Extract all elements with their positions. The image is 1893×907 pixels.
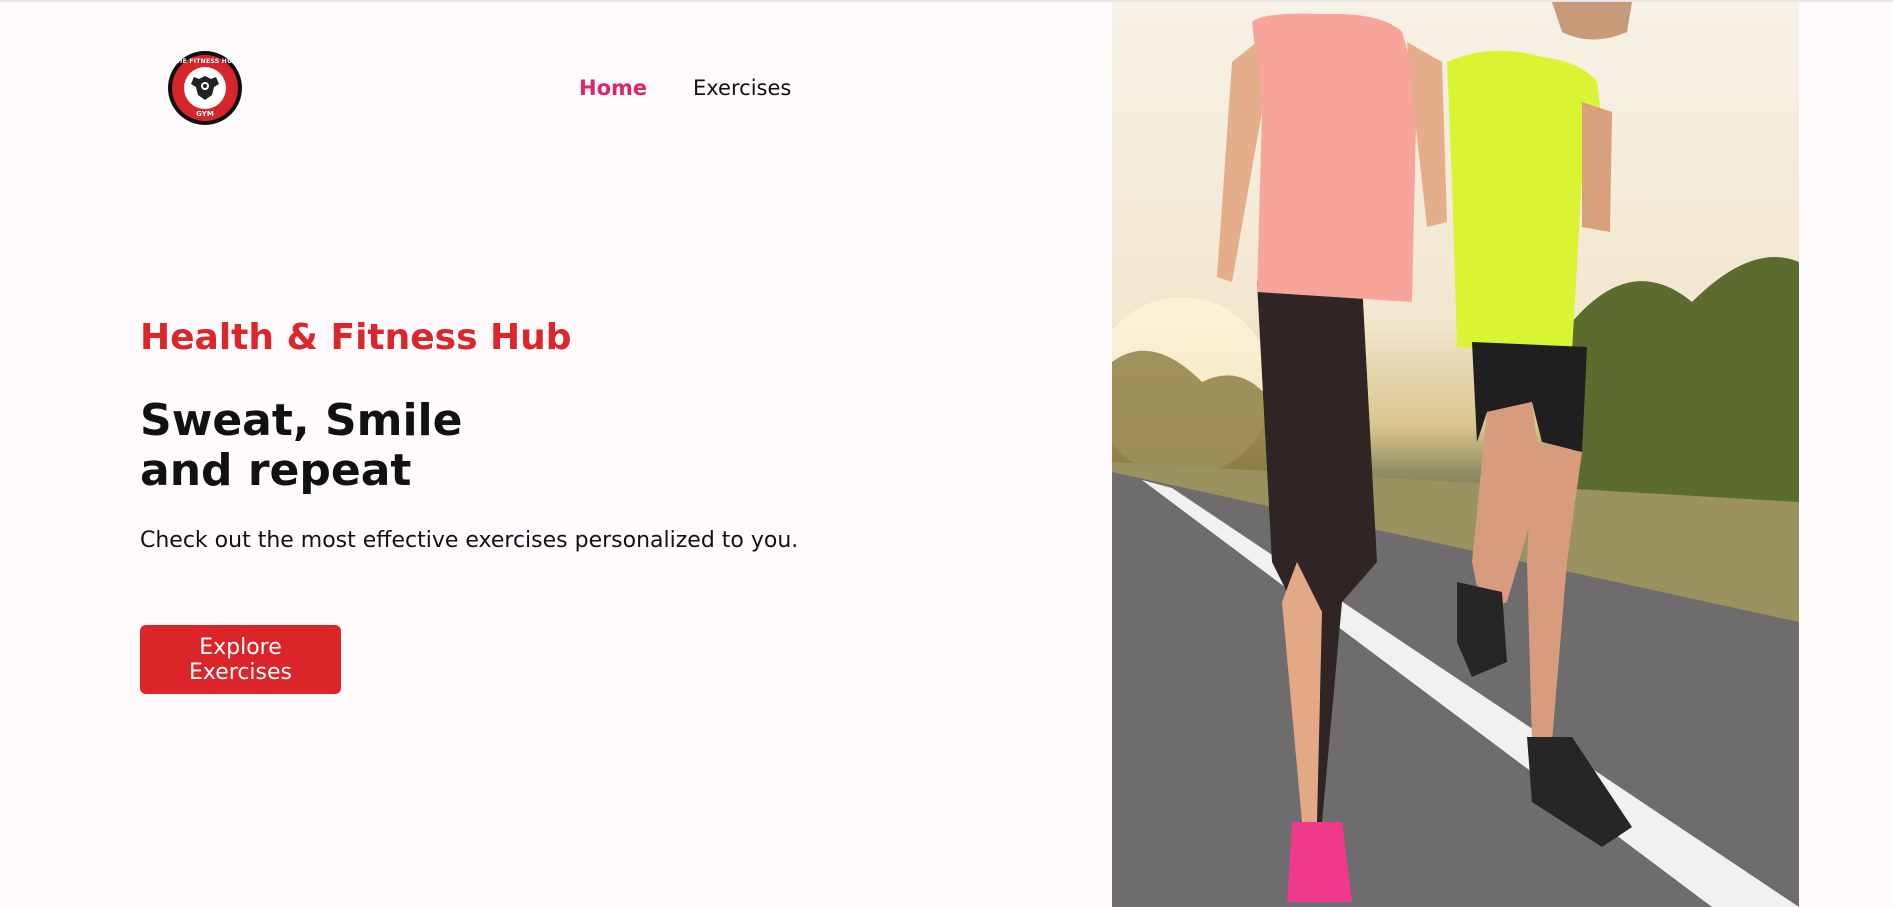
logo-sub-text: GYM bbox=[196, 110, 214, 118]
nav-exercises-link[interactable]: Exercises bbox=[693, 76, 791, 100]
hero-tagline: Health & Fitness Hub bbox=[140, 317, 572, 358]
runners-illustration bbox=[1112, 2, 1799, 907]
hero-subtext: Check out the most effective exercises p… bbox=[140, 528, 799, 553]
logo-ring: THE FITNESS HUB GYM bbox=[172, 55, 238, 121]
gym-logo[interactable]: THE FITNESS HUB GYM bbox=[168, 51, 242, 125]
explore-exercises-button[interactable]: Explore Exercises bbox=[140, 625, 341, 694]
logo-emblem-icon bbox=[184, 67, 226, 109]
headline-line-1: Sweat, Smile bbox=[140, 395, 463, 446]
nav-home-link[interactable]: Home bbox=[579, 76, 647, 100]
hero-runners-image bbox=[1112, 2, 1799, 907]
logo-brand-text: THE FITNESS HUB bbox=[172, 58, 238, 65]
hero-headline: Sweat, Smile and repeat bbox=[140, 396, 462, 496]
headline-line-2: and repeat bbox=[140, 445, 412, 496]
